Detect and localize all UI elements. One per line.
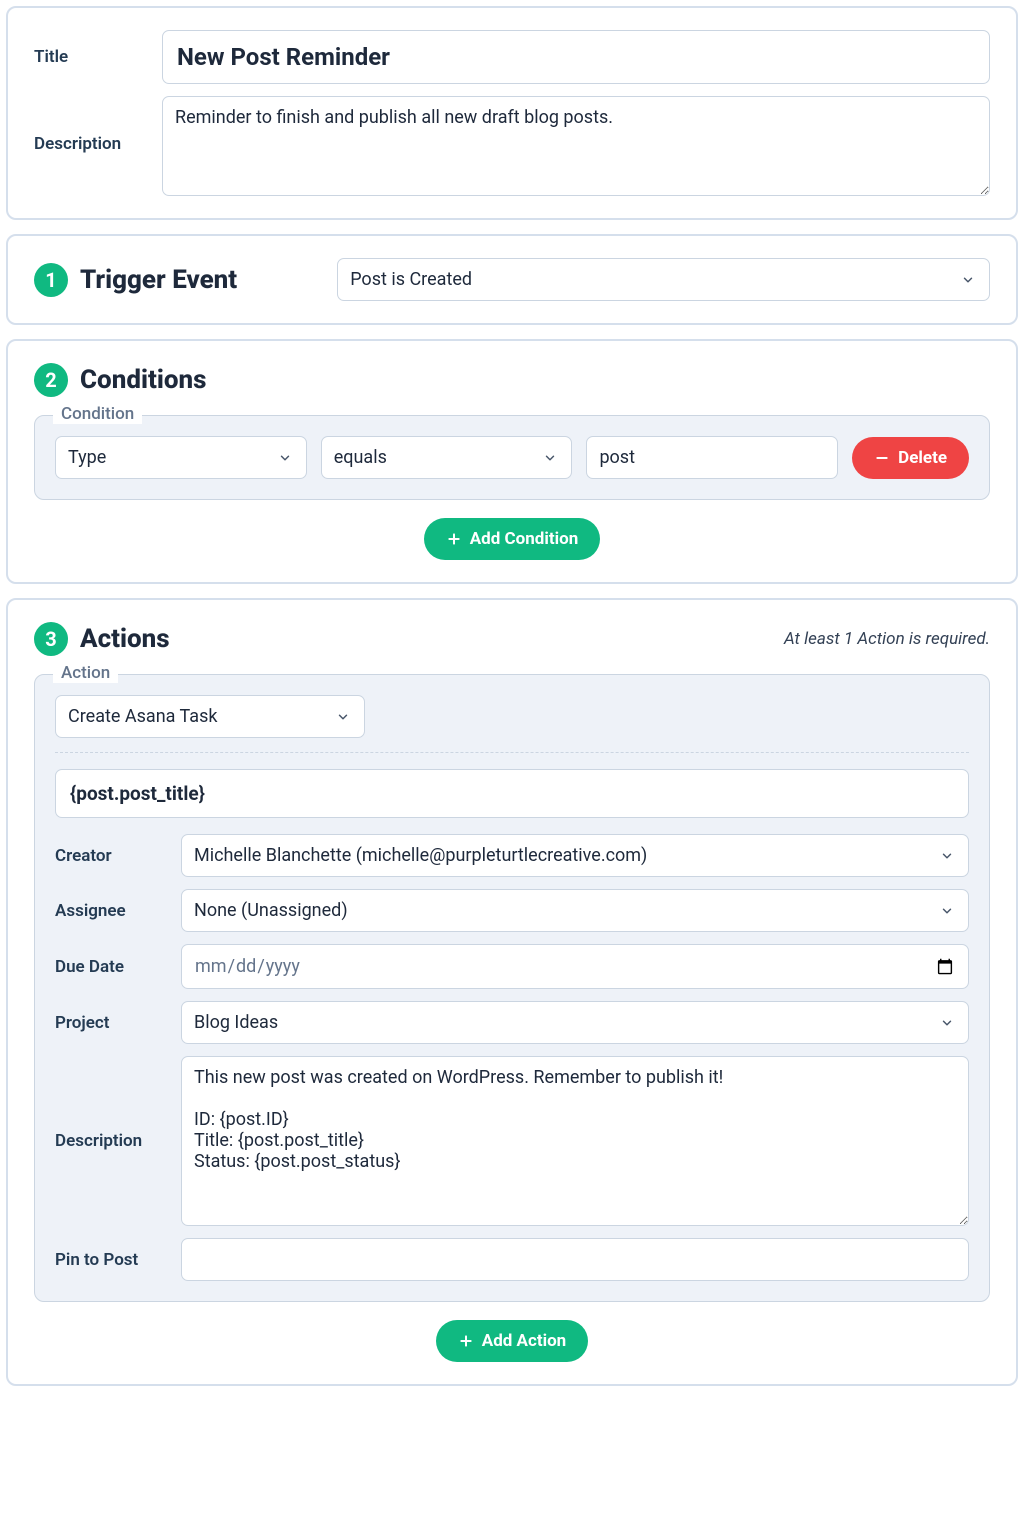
- condition-value-input[interactable]: [586, 436, 838, 479]
- title-label: Title: [34, 47, 144, 67]
- minus-icon: [874, 450, 890, 466]
- delete-condition-button[interactable]: Delete: [852, 437, 969, 479]
- due-date-label: Due Date: [55, 957, 165, 977]
- trigger-heading: Trigger Event: [80, 265, 237, 295]
- project-select[interactable]: Blog Ideas: [181, 1001, 969, 1044]
- action-type-select[interactable]: Create Asana Task: [55, 695, 365, 738]
- add-condition-label: Add Condition: [470, 529, 578, 549]
- creator-label: Creator: [55, 846, 165, 866]
- trigger-header: 1 Trigger Event: [34, 263, 237, 297]
- trigger-event-select[interactable]: Post is Created: [337, 258, 990, 301]
- condition-operator-select[interactable]: equals: [321, 436, 573, 479]
- delete-condition-label: Delete: [898, 448, 947, 468]
- conditions-header: 2 Conditions: [34, 363, 990, 397]
- creator-select[interactable]: Michelle Blanchette (michelle@purpleturt…: [181, 834, 969, 877]
- condition-row: Type equals Delete: [55, 436, 969, 479]
- title-input[interactable]: [162, 30, 990, 84]
- add-condition-button[interactable]: Add Condition: [424, 518, 600, 560]
- pin-to-post-input[interactable]: [181, 1238, 969, 1281]
- action-legend: Action: [53, 663, 118, 683]
- action-description-textarea[interactable]: This new post was created on WordPress. …: [181, 1056, 969, 1226]
- basic-info-panel: Title Description Reminder to finish and…: [6, 6, 1018, 220]
- action-fieldset: Action Create Asana Task Creator Michell…: [34, 674, 990, 1302]
- conditions-heading: Conditions: [80, 365, 206, 395]
- plus-icon: [458, 1333, 474, 1349]
- description-textarea[interactable]: Reminder to finish and publish all new d…: [162, 96, 990, 196]
- actions-header: 3 Actions: [34, 622, 170, 656]
- trigger-panel: 1 Trigger Event Post is Created: [6, 234, 1018, 325]
- condition-fieldset: Condition Type equals Delete: [34, 415, 990, 500]
- action-task-title-input[interactable]: [55, 769, 969, 818]
- plus-icon: [446, 531, 462, 547]
- actions-heading: Actions: [80, 624, 170, 654]
- actions-panel: 3 Actions At least 1 Action is required.…: [6, 598, 1018, 1386]
- action-divider: [55, 752, 969, 753]
- condition-field-select[interactable]: Type: [55, 436, 307, 479]
- step-badge-1: 1: [34, 263, 68, 297]
- add-action-label: Add Action: [482, 1331, 566, 1351]
- pin-to-post-label: Pin to Post: [55, 1250, 165, 1270]
- assignee-label: Assignee: [55, 901, 165, 921]
- due-date-input[interactable]: [181, 944, 969, 989]
- project-label: Project: [55, 1013, 165, 1033]
- condition-legend: Condition: [53, 404, 142, 424]
- actions-hint: At least 1 Action is required.: [784, 629, 990, 649]
- step-badge-2: 2: [34, 363, 68, 397]
- conditions-panel: 2 Conditions Condition Type equals Delet…: [6, 339, 1018, 584]
- description-label: Description: [34, 96, 144, 154]
- assignee-select[interactable]: None (Unassigned): [181, 889, 969, 932]
- step-badge-3: 3: [34, 622, 68, 656]
- action-description-label: Description: [55, 1131, 165, 1151]
- add-action-button[interactable]: Add Action: [436, 1320, 588, 1362]
